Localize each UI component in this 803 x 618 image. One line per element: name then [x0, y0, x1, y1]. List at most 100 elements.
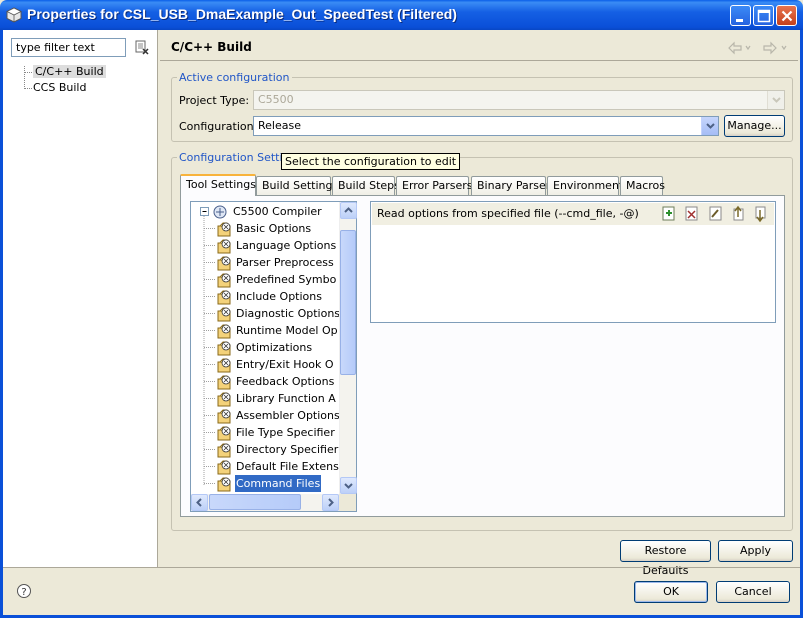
tree-vertical-scrollbar[interactable]	[339, 202, 357, 494]
tree-connector	[204, 228, 216, 229]
tree-node-option[interactable]: Assembler Options	[204, 407, 347, 424]
apply-button[interactable]: Apply	[718, 540, 793, 562]
tree-node-option[interactable]: Optimizations	[204, 339, 347, 356]
option-category-icon	[217, 239, 231, 254]
minimize-button[interactable]	[730, 5, 751, 26]
maximize-icon	[757, 9, 771, 23]
tab-build-settings[interactable]: Build Settings	[256, 176, 338, 195]
tab-binary-parser[interactable]: Binary Parser	[471, 176, 550, 195]
tab-build-steps[interactable]: Build Steps	[332, 176, 400, 195]
tree-node-label: Runtime Model Op	[236, 324, 338, 337]
tree-node-option[interactable]: Directory Specifier	[204, 441, 347, 458]
arrow-up-icon	[344, 207, 353, 213]
edit-icon[interactable]	[709, 206, 722, 221]
tree-connector	[204, 262, 216, 263]
compiler-icon	[213, 205, 227, 219]
tree-connector	[204, 449, 216, 450]
header-separator	[160, 60, 798, 61]
tree-node-option[interactable]: Default File Extens	[204, 458, 347, 475]
filter-input[interactable]	[11, 38, 126, 57]
tree-node-option[interactable]: Command Files	[204, 475, 347, 492]
option-category-icon	[217, 290, 231, 305]
move-up-icon[interactable]	[733, 205, 744, 221]
tree-connector	[204, 330, 216, 331]
manage-button[interactable]: Manage...	[724, 115, 785, 137]
tree-node-option[interactable]: Library Function A	[204, 390, 347, 407]
option-category-icon	[217, 256, 231, 271]
options-title: Read options from specified file (--cmd_…	[377, 207, 639, 220]
option-category-icon	[217, 477, 231, 492]
tree-node-option[interactable]: File Type Specifier	[204, 424, 347, 441]
collapse-icon[interactable]	[199, 203, 211, 220]
tree-node-label: Feedback Options	[236, 375, 335, 388]
sidebar-item-c-cpp-build[interactable]: C/C++ Build	[22, 64, 106, 80]
tab-macros[interactable]: Macros	[620, 176, 665, 195]
project-type-combo: C5500	[253, 90, 785, 110]
tab-label: Build Settings	[262, 179, 339, 192]
scroll-right-button[interactable]	[322, 494, 339, 511]
tree-node-label: Default File Extens	[236, 460, 339, 473]
delete-icon[interactable]	[685, 206, 698, 221]
tree-connector	[204, 279, 216, 280]
tree-node-option[interactable]: Parser Preprocess	[204, 254, 347, 271]
tree-node-option[interactable]: Feedback Options	[204, 373, 347, 390]
configuration-label: Configuration:	[179, 120, 258, 133]
active-configuration-label: Active configuration	[177, 71, 292, 84]
app-icon	[6, 7, 22, 23]
scroll-thumb[interactable]	[340, 230, 356, 375]
tree-connector	[204, 432, 216, 433]
tree-connector	[204, 245, 216, 246]
tab-environment[interactable]: Environment	[547, 176, 623, 195]
forward-arrow-icon[interactable]	[763, 41, 787, 55]
move-down-icon[interactable]	[755, 206, 766, 223]
tab-label: Environment	[553, 179, 624, 192]
ok-button[interactable]: OK	[634, 581, 708, 603]
tree-node-label: Language Options	[236, 239, 337, 252]
tree-node-option[interactable]: Language Options	[204, 237, 347, 254]
hscroll-thumb[interactable]	[209, 494, 301, 510]
sidebar	[3, 30, 158, 567]
scroll-up-button[interactable]	[340, 202, 357, 219]
configuration-combo[interactable]: Release	[253, 116, 719, 136]
tree-node-option[interactable]: Runtime Model Op	[204, 322, 347, 339]
help-icon[interactable]: ?	[16, 583, 32, 599]
maximize-button[interactable]	[753, 5, 774, 26]
tree-node-option[interactable]: Predefined Symbo	[204, 271, 347, 288]
sidebar-item-label: CCS Build	[33, 81, 87, 94]
option-category-icon	[217, 426, 231, 441]
tree-node-option[interactable]: Basic Options	[204, 220, 347, 237]
option-category-icon	[217, 460, 231, 475]
sidebar-item-ccs-build[interactable]: CCS Build	[22, 80, 106, 96]
tree-node-label: Predefined Symbo	[236, 273, 337, 286]
clear-filter-icon[interactable]	[134, 39, 150, 55]
restore-defaults-button[interactable]: Restore Defaults	[620, 540, 711, 577]
add-icon[interactable]	[662, 206, 675, 221]
footer-separator	[3, 567, 800, 568]
tree-node-option[interactable]: Entry/Exit Hook O	[204, 356, 347, 373]
tree-root-label: C5500 Compiler	[233, 205, 322, 218]
title-bar: Properties for CSL_USB_DmaExample_Out_Sp…	[0, 0, 803, 30]
cancel-button[interactable]: Cancel	[716, 581, 790, 603]
configuration-value: Release	[258, 119, 301, 132]
back-arrow-icon[interactable]	[728, 41, 751, 55]
tree-horizontal-scrollbar[interactable]	[191, 494, 339, 511]
close-button[interactable]	[776, 5, 797, 26]
tab-tool-settings[interactable]: Tool Settings	[180, 174, 256, 196]
option-category-icon	[217, 375, 231, 390]
project-type-value: C5500	[258, 93, 294, 106]
options-toolbar	[662, 205, 766, 223]
scroll-left-button[interactable]	[191, 494, 208, 511]
option-category-icon	[217, 273, 231, 288]
chevron-down-icon	[772, 97, 781, 103]
option-category-icon	[217, 324, 231, 339]
tree-node-c5500-compiler[interactable]: C5500 Compiler	[199, 203, 349, 220]
tree-node-label: Assembler Options	[236, 409, 340, 422]
scroll-down-button[interactable]	[340, 477, 357, 494]
option-category-icon	[217, 307, 231, 322]
tool-settings-tree: C5500 Compiler Basic Options Language Opt…	[190, 201, 357, 512]
tab-error-parsers[interactable]: Error Parsers	[396, 176, 472, 195]
tree-node-option[interactable]: Diagnostic Options	[204, 305, 347, 322]
tree-node-option[interactable]: Include Options	[204, 288, 347, 305]
tree-connector	[204, 296, 216, 297]
tree-node-label: Entry/Exit Hook O	[236, 358, 334, 371]
